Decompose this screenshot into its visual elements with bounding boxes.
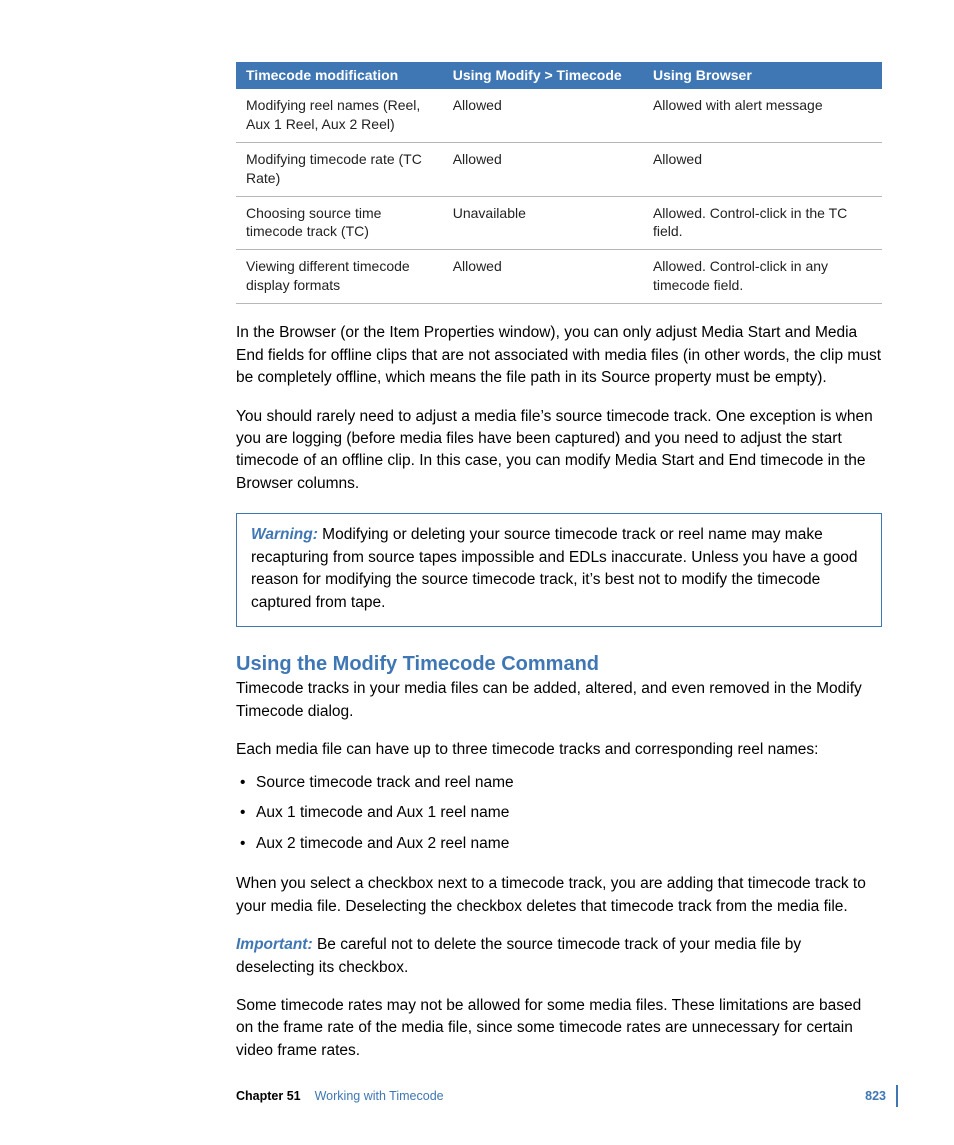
body-paragraph: Timecode tracks in your media files can …	[236, 678, 882, 723]
list-item: Aux 2 timecode and Aux 2 reel name	[236, 833, 882, 855]
table-cell: Modifying timecode rate (TC Rate)	[236, 142, 443, 196]
table-cell: Allowed with alert message	[643, 89, 882, 142]
table-cell: Allowed. Control-click in the TC field.	[643, 196, 882, 250]
important-label: Important:	[236, 936, 313, 953]
list-item: Source timecode track and reel name	[236, 772, 882, 794]
body-paragraph: Each media file can have up to three tim…	[236, 739, 882, 761]
list-item: Aux 1 timecode and Aux 1 reel name	[236, 802, 882, 824]
chapter-number: Chapter 51	[236, 1089, 301, 1103]
footer-rule-icon	[896, 1085, 898, 1107]
table-cell: Modifying reel names (Reel, Aux 1 Reel, …	[236, 89, 443, 142]
table-header-row: Timecode modification Using Modify > Tim…	[236, 62, 882, 89]
bullet-list: Source timecode track and reel name Aux …	[236, 772, 882, 855]
document-page: Timecode modification Using Modify > Tim…	[0, 0, 954, 1145]
warning-box: Warning: Modifying or deleting your sour…	[236, 513, 882, 627]
body-paragraph: Some timecode rates may not be allowed f…	[236, 995, 882, 1062]
table-cell: Viewing different timecode display forma…	[236, 250, 443, 304]
important-text: Be careful not to delete the source time…	[236, 936, 801, 975]
section-heading: Using the Modify Timecode Command	[236, 653, 882, 676]
body-paragraph: In the Browser (or the Item Properties w…	[236, 322, 882, 389]
table-cell: Choosing source time timecode track (TC)	[236, 196, 443, 250]
table-row: Modifying reel names (Reel, Aux 1 Reel, …	[236, 89, 882, 142]
table-cell: Allowed	[643, 142, 882, 196]
table-cell: Allowed. Control-click in any timecode f…	[643, 250, 882, 304]
table-row: Viewing different timecode display forma…	[236, 250, 882, 304]
chapter-title: Working with Timecode	[315, 1089, 444, 1103]
table-row: Modifying timecode rate (TC Rate) Allowe…	[236, 142, 882, 196]
body-paragraph: You should rarely need to adjust a media…	[236, 406, 882, 496]
table-cell: Allowed	[443, 250, 643, 304]
important-paragraph: Important: Be careful not to delete the …	[236, 934, 882, 979]
table-row: Choosing source time timecode track (TC)…	[236, 196, 882, 250]
table-cell: Allowed	[443, 89, 643, 142]
table-cell: Unavailable	[443, 196, 643, 250]
content-column: Timecode modification Using Modify > Tim…	[236, 62, 882, 1062]
table-header-cell: Timecode modification	[236, 62, 443, 89]
body-paragraph: When you select a checkbox next to a tim…	[236, 873, 882, 918]
table-cell: Allowed	[443, 142, 643, 196]
warning-label: Warning:	[251, 526, 318, 543]
timecode-modification-table: Timecode modification Using Modify > Tim…	[236, 62, 882, 304]
table-header-cell: Using Modify > Timecode	[443, 62, 643, 89]
table-header-cell: Using Browser	[643, 62, 882, 89]
page-footer: Chapter 51 Working with Timecode 823	[236, 1089, 886, 1103]
page-number: 823	[865, 1089, 886, 1103]
warning-text: Modifying or deleting your source timeco…	[251, 526, 858, 610]
